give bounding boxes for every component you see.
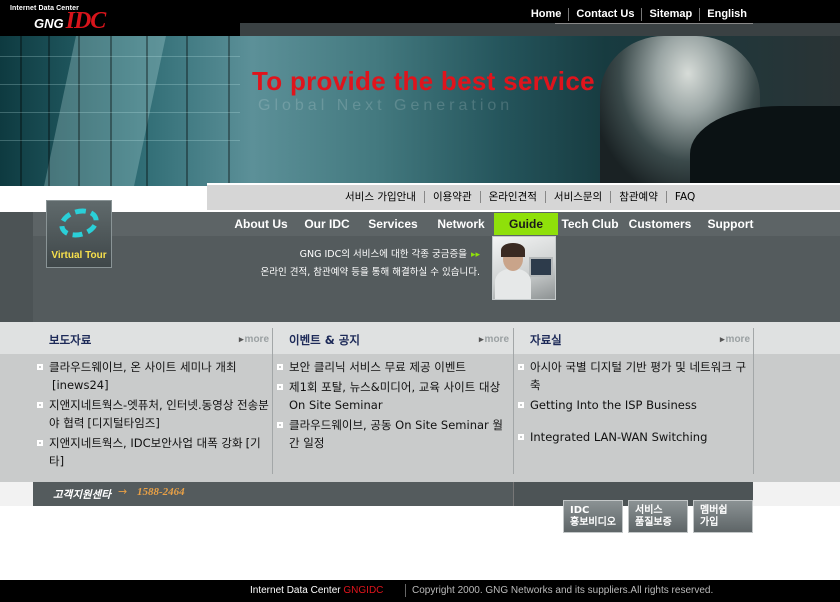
hero-watermark: Global Next Generation (258, 97, 514, 114)
menu-online-quote[interactable]: 온라인견적 (479, 191, 545, 203)
news-source: [디지털타임즈] (87, 416, 160, 430)
list-item[interactable]: 클라우드웨이브, 온 사이트 세미나 개최[inews24] (33, 358, 273, 394)
main-menu: About Us Our IDC Services Network Guide … (226, 213, 763, 235)
menu-about-us[interactable]: About Us (226, 213, 296, 235)
footer-brand: GNGIDC (343, 585, 384, 596)
footer-copyright: Copyright 2000. GNG Networks and its sup… (412, 585, 714, 596)
press-release-more-link[interactable]: more (239, 334, 269, 345)
list-item[interactable]: 지앤지네트웍스-엣퓨처, 인터넷.동영상 전송분야 협력 [디지털타임즈] (33, 396, 273, 432)
guide-photo-operator (492, 236, 556, 300)
press-release-title: 보도자료 (49, 333, 92, 347)
menu-customers[interactable]: Customers (622, 213, 698, 235)
menu-our-idc[interactable]: Our IDC (296, 213, 358, 235)
arrow-right-icon: → (118, 485, 128, 498)
double-arrow-icon: ▸▸ (470, 250, 480, 260)
press-release-column: 보도자료 more 클라우드웨이브, 온 사이트 세미나 개최[inews24]… (33, 322, 273, 472)
list-item[interactable]: 클라우드웨이브, 공동 On Site Seminar 월간 일정 (273, 416, 513, 452)
server-rack (186, 36, 188, 186)
customer-center-phone: 1588-2464 (137, 486, 185, 498)
virtual-tour-button[interactable]: Virtual Tour (46, 200, 112, 268)
rack-shelf (0, 84, 240, 85)
menu-faq[interactable]: FAQ (665, 191, 703, 203)
customer-center-label: 고객지원센타 (53, 490, 111, 501)
membership-join-button[interactable]: 멤버쉽 가입 (693, 500, 753, 533)
list-item[interactable]: Getting Into the ISP Business (514, 396, 754, 414)
list-item[interactable]: Integrated LAN-WAN Switching (514, 428, 754, 446)
menu-tech-club[interactable]: Tech Club (558, 213, 622, 235)
archive-header: 자료실 more (514, 322, 754, 354)
top-nav-contact-us[interactable]: Contact Us (568, 8, 641, 21)
service-quality-button[interactable]: 서비스 품질보증 (628, 500, 688, 533)
archive-more-link[interactable]: more (720, 334, 750, 345)
archive-list: 아시아 국별 디지털 기반 평가 및 네트워크 구축 Getting Into … (514, 354, 754, 446)
events-list: 보안 클리닉 서비스 무료 제공 이벤트 제1회 포탈, 뉴스&미디어, 교육 … (273, 354, 513, 452)
virtual-tour-label: Virtual Tour (51, 250, 107, 261)
top-bar-strip (240, 23, 840, 36)
guide-info-line2: 온라인 견적, 참관예약 등을 통해 해결하실 수 있습니다. (260, 267, 480, 278)
server-rack (146, 36, 148, 186)
logo-brand-right: IDC (65, 8, 107, 34)
service-menu: 서비스 가입안내 이용약관 온라인견적 서비스문의 참관예약 FAQ (337, 191, 703, 203)
rack-shelf (0, 112, 240, 113)
footer-brand-text: Internet Data Center GNGIDC (250, 585, 384, 596)
events-header: 이벤트 & 공지 more (273, 322, 513, 354)
logo[interactable]: Internet Data Center GNGIDC (10, 5, 106, 34)
list-item[interactable]: 보안 클리닉 서비스 무료 제공 이벤트 (273, 358, 513, 376)
menu-guide[interactable]: Guide (494, 213, 558, 235)
events-title: 이벤트 & 공지 (289, 333, 360, 347)
logo-brand-left: GNG (34, 16, 64, 31)
service-menu-bar: 서비스 가입안내 이용약관 온라인견적 서비스문의 참관예약 FAQ (207, 183, 840, 210)
top-nav-english[interactable]: English (699, 8, 754, 21)
press-release-header: 보도자료 more (33, 322, 273, 354)
menu-terms[interactable]: 이용약관 (423, 191, 480, 203)
left-panel-block (0, 212, 33, 322)
top-navigation: Home Contact Us Sitemap English (524, 8, 754, 21)
press-release-list: 클라우드웨이브, 온 사이트 세미나 개최[inews24] 지앤지네트웍스-엣… (33, 354, 273, 470)
footer-divider (405, 584, 406, 597)
menu-service-signup[interactable]: 서비스 가입안내 (337, 191, 424, 203)
footer: Internet Data Center GNGIDC Copyright 20… (0, 580, 840, 602)
archive-column: 자료실 more 아시아 국별 디지털 기반 평가 및 네트워크 구축 Gett… (514, 322, 754, 448)
news-source: [inews24] (52, 378, 109, 392)
archive-title: 자료실 (530, 333, 562, 347)
menu-service-inquiry[interactable]: 서비스문의 (544, 191, 610, 203)
events-column: 이벤트 & 공지 more 보안 클리닉 서비스 무료 제공 이벤트 제1회 포… (273, 322, 513, 454)
server-rack (78, 36, 80, 186)
top-nav-home[interactable]: Home (524, 8, 569, 21)
list-item[interactable]: 지앤지네트웍스, IDC보안사업 대폭 강화 [기타] (33, 434, 273, 470)
top-nav-underline (555, 23, 753, 24)
events-more-link[interactable]: more (479, 334, 509, 345)
guide-info-line1: GNG IDC의 서비스에 대한 각종 궁금증을 ▸▸ (299, 249, 480, 260)
column-divider (753, 328, 754, 474)
top-nav-sitemap[interactable]: Sitemap (641, 8, 699, 21)
top-bar: Internet Data Center GNGIDC Home Contact… (0, 0, 840, 36)
server-rack (20, 36, 22, 186)
virtual-tour-icon (56, 204, 102, 242)
server-rack (110, 36, 112, 186)
rack-shelf (0, 56, 240, 57)
idc-promo-video-button[interactable]: IDC 홍보비디오 (563, 500, 623, 533)
list-item[interactable]: 제1회 포탈, 뉴스&미디어, 교육 사이트 대상 On Site Semina… (273, 378, 513, 414)
menu-support[interactable]: Support (698, 213, 763, 235)
guide-info-text: GNG IDC의 서비스에 대한 각종 궁금증을 ▸▸ 온라인 견적, 참관예약 … (220, 246, 480, 281)
operator-body-graphic (495, 269, 531, 299)
hero-slogan: To provide the best service (252, 66, 595, 96)
menu-visit-reservation[interactable]: 참관예약 (610, 191, 666, 203)
list-item[interactable]: 아시아 국별 디지털 기반 평가 및 네트워크 구축 (514, 358, 754, 394)
logo-wordmark: GNGIDC (34, 8, 107, 35)
server-rack (228, 36, 230, 186)
menu-network[interactable]: Network (428, 213, 494, 235)
rack-shelf (0, 140, 240, 141)
monitor-graphic (529, 257, 553, 277)
operator-hair-graphic (501, 243, 525, 257)
server-rack (48, 36, 50, 186)
menu-services[interactable]: Services (358, 213, 428, 235)
